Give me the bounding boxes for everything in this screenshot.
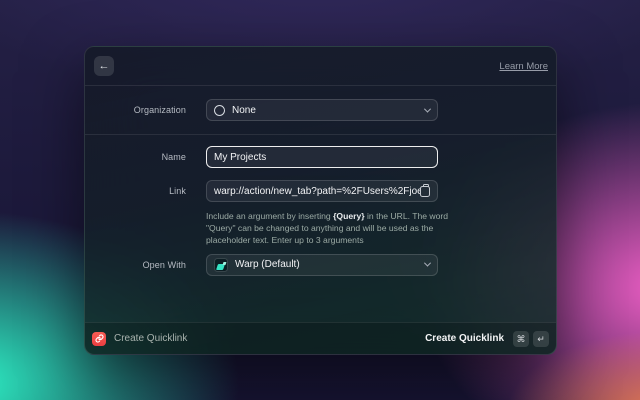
- cmd-key-icon[interactable]: ⌘: [513, 330, 529, 347]
- link-label: Link: [169, 186, 186, 196]
- name-row: Name My Projects: [85, 146, 556, 168]
- link-help-text: Include an argument by inserting {Query}…: [206, 210, 458, 247]
- clipboard-copy-icon[interactable]: [420, 183, 430, 197]
- help-query-token: {Query}: [333, 211, 365, 221]
- link-value: warp://action/new_tab?path=%2FUsers%2Fjo…: [214, 185, 420, 197]
- help-text-before: Include an argument by inserting: [206, 211, 334, 221]
- organization-none-icon: [214, 104, 225, 116]
- chevron-down-icon: [423, 105, 432, 113]
- create-quicklink-dialog: ← Learn More Organization None Name My P…: [84, 46, 557, 355]
- section-divider: [85, 134, 556, 135]
- organization-value: None: [232, 104, 256, 116]
- back-arrow-icon: ←: [98, 60, 110, 72]
- link-row: Link warp://action/new_tab?path=%2FUsers…: [85, 180, 556, 202]
- name-label: Name: [161, 152, 186, 162]
- open-with-value: Warp (Default): [235, 259, 300, 271]
- link-help-row: Include an argument by inserting {Query}…: [85, 210, 556, 247]
- organization-row: Organization None: [85, 99, 556, 121]
- command-title: Create Quicklink: [114, 333, 188, 344]
- quicklink-icon: [92, 331, 106, 346]
- header-divider: [85, 85, 556, 86]
- open-with-select[interactable]: Warp (Default): [206, 253, 438, 276]
- back-button[interactable]: ←: [94, 56, 114, 76]
- link-input[interactable]: warp://action/new_tab?path=%2FUsers%2Fjo…: [206, 180, 438, 202]
- organization-label: Organization: [133, 105, 186, 115]
- organization-select[interactable]: None: [206, 99, 438, 121]
- name-value: My Projects: [214, 151, 267, 163]
- create-quicklink-button[interactable]: Create Quicklink: [425, 333, 504, 344]
- learn-more-link[interactable]: Learn More: [499, 61, 548, 72]
- dialog-header: ← Learn More: [85, 47, 556, 85]
- name-input[interactable]: My Projects: [206, 146, 438, 168]
- chevron-down-icon: [423, 259, 432, 267]
- open-with-row: Open With Warp (Default): [85, 253, 556, 276]
- primary-action-group: Create Quicklink ⌘ ↵: [425, 330, 549, 347]
- return-key-icon[interactable]: ↵: [533, 330, 549, 347]
- warp-app-icon: [214, 257, 228, 272]
- open-with-label: Open With: [142, 259, 186, 270]
- action-bar: Create Quicklink Create Quicklink ⌘ ↵: [85, 322, 556, 354]
